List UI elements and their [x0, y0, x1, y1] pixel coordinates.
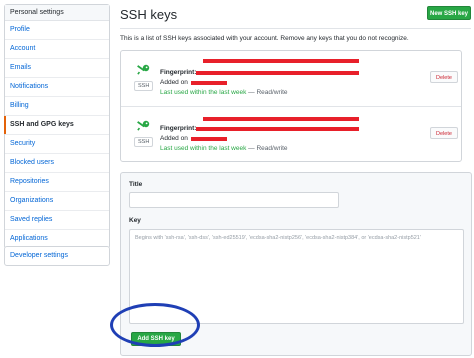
key-label: Key: [129, 217, 141, 224]
sidebar-item-emails[interactable]: Emails: [5, 59, 109, 78]
sidebar-item-security[interactable]: Security: [5, 135, 109, 154]
added-on-label: Added on: [160, 135, 188, 142]
key-textarea[interactable]: Begins with 'ssh-rsa', 'ssh-dss', 'ssh-e…: [129, 229, 464, 324]
sidebar-item-organizations[interactable]: Organizations: [5, 192, 109, 211]
delete-key-button[interactable]: Delete: [430, 71, 458, 83]
redacted-fingerprint: [196, 127, 359, 131]
settings-sidebar: Personal settings Profile Account Emails…: [4, 4, 110, 249]
sidebar-item-profile[interactable]: Profile: [5, 21, 109, 40]
delete-key-button[interactable]: Delete: [430, 127, 458, 139]
redacted-date: [191, 81, 227, 85]
redacted-key-title: [203, 59, 359, 63]
add-ssh-key-button[interactable]: Add SSH key: [131, 332, 181, 346]
redacted-fingerprint: [196, 71, 359, 75]
sidebar-item-ssh-gpg-keys[interactable]: SSH and GPG keys: [4, 116, 109, 135]
fingerprint-label: Fingerprint:: [160, 125, 197, 132]
header-divider: [120, 28, 471, 29]
last-used-text: Last used within the last week — Read/wr…: [160, 89, 288, 96]
ssh-key-row: SSH Fingerprint: Added on Last used with…: [121, 106, 461, 162]
sidebar-item-blocked-users[interactable]: Blocked users: [5, 154, 109, 173]
sidebar-item-developer-settings[interactable]: Developer settings: [5, 247, 109, 265]
title-label: Title: [129, 181, 143, 188]
ssh-badge: SSH: [134, 81, 154, 91]
sidebar-item-repositories[interactable]: Repositories: [5, 173, 109, 192]
ssh-badge: SSH: [134, 137, 154, 147]
sidebar-header: Personal settings: [5, 5, 109, 21]
key-icon: [137, 120, 150, 131]
added-on-label: Added on: [160, 79, 188, 86]
add-ssh-key-form: Title Key Begins with 'ssh-rsa', 'ssh-ds…: [120, 172, 472, 356]
developer-settings-box: Developer settings: [4, 246, 110, 266]
new-ssh-key-button[interactable]: New SSH key: [427, 6, 471, 20]
redacted-date: [191, 137, 227, 141]
ssh-keys-list: SSH Fingerprint: Added on Last used with…: [120, 50, 462, 162]
redacted-key-title: [203, 117, 359, 121]
sidebar-item-account[interactable]: Account: [5, 40, 109, 59]
ssh-key-row: SSH Fingerprint: Added on Last used with…: [121, 51, 461, 106]
title-input[interactable]: [129, 192, 339, 208]
last-used-text: Last used within the last week — Read/wr…: [160, 145, 288, 152]
page-title: SSH keys: [120, 7, 178, 22]
key-icon: [137, 64, 150, 75]
sidebar-item-billing[interactable]: Billing: [5, 97, 109, 116]
fingerprint-label: Fingerprint:: [160, 69, 197, 76]
sidebar-item-saved-replies[interactable]: Saved replies: [5, 211, 109, 230]
sidebar-item-notifications[interactable]: Notifications: [5, 78, 109, 97]
intro-text: This is a list of SSH keys associated wi…: [120, 35, 409, 42]
